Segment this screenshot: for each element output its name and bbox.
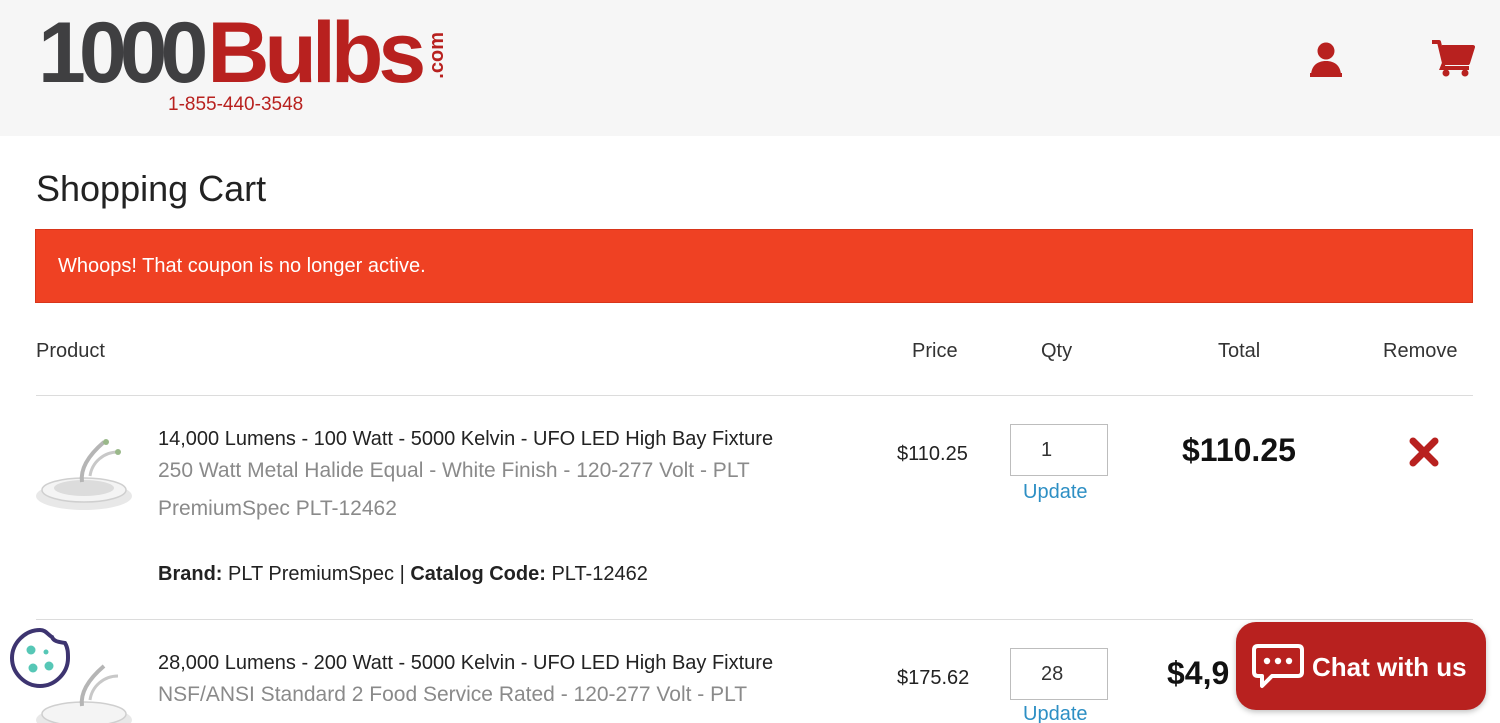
row-divider — [36, 619, 1473, 620]
line-total: $110.25 — [1182, 432, 1296, 468]
line-total: $4,9 — [1167, 655, 1230, 691]
header-qty: Qty — [1041, 340, 1073, 362]
logo-suffix: .com — [426, 32, 449, 79]
cookie-icon[interactable] — [8, 626, 72, 690]
logo-number: 1000 — [38, 5, 208, 101]
header-total: Total — [1218, 340, 1261, 362]
product-image[interactable] — [34, 432, 134, 522]
catalog-value: PLT-12462 — [551, 563, 648, 585]
header-price: Price — [912, 340, 958, 362]
chat-bubble-icon — [1252, 642, 1304, 690]
product-meta: Brand: PLT PremiumSpec | Catalog Code: P… — [158, 563, 648, 586]
user-icon[interactable] — [1306, 40, 1346, 80]
phone-number[interactable]: 1-855-440-3548 — [168, 94, 303, 116]
header-remove: Remove — [1383, 340, 1458, 362]
meta-separator: | — [399, 563, 405, 585]
close-icon[interactable] — [1408, 436, 1440, 468]
table-divider — [36, 395, 1473, 396]
site-header: 1000 Bulbs .com 1-855-440-3548 — [0, 0, 1500, 136]
product-title[interactable]: 28,000 Lumens - 200 Watt - 5000 Kelvin -… — [158, 652, 773, 675]
unit-price: $110.25 — [897, 443, 968, 465]
product-description: NSF/ANSI Standard 2 Food Service Rated -… — [158, 683, 748, 706]
chat-button[interactable]: Chat with us — [1236, 622, 1486, 710]
logo-word: Bulbs — [207, 5, 426, 101]
brand-label: Brand: — [158, 563, 223, 585]
header-product: Product — [36, 340, 105, 362]
page-title: Shopping Cart — [36, 168, 267, 209]
product-description: 250 Watt Metal Halide Equal - White Fini… — [158, 459, 750, 520]
alert-message: Whoops! That coupon is no longer active. — [58, 255, 426, 277]
quantity-input[interactable] — [1010, 648, 1108, 700]
catalog-label: Catalog Code: — [410, 563, 546, 585]
quantity-input[interactable] — [1010, 424, 1108, 476]
brand-value: PLT PremiumSpec — [228, 563, 395, 585]
product-title[interactable]: 14,000 Lumens - 100 Watt - 5000 Kelvin -… — [158, 428, 773, 451]
error-alert: Whoops! That coupon is no longer active. — [35, 229, 1473, 303]
unit-price: $175.62 — [897, 667, 970, 689]
chat-label: Chat with us — [1312, 652, 1467, 682]
cart-icon[interactable] — [1431, 38, 1475, 78]
update-link[interactable]: Update — [1023, 703, 1088, 723]
site-logo[interactable]: 1000 Bulbs .com — [38, 5, 449, 101]
update-link[interactable]: Update — [1023, 481, 1088, 504]
